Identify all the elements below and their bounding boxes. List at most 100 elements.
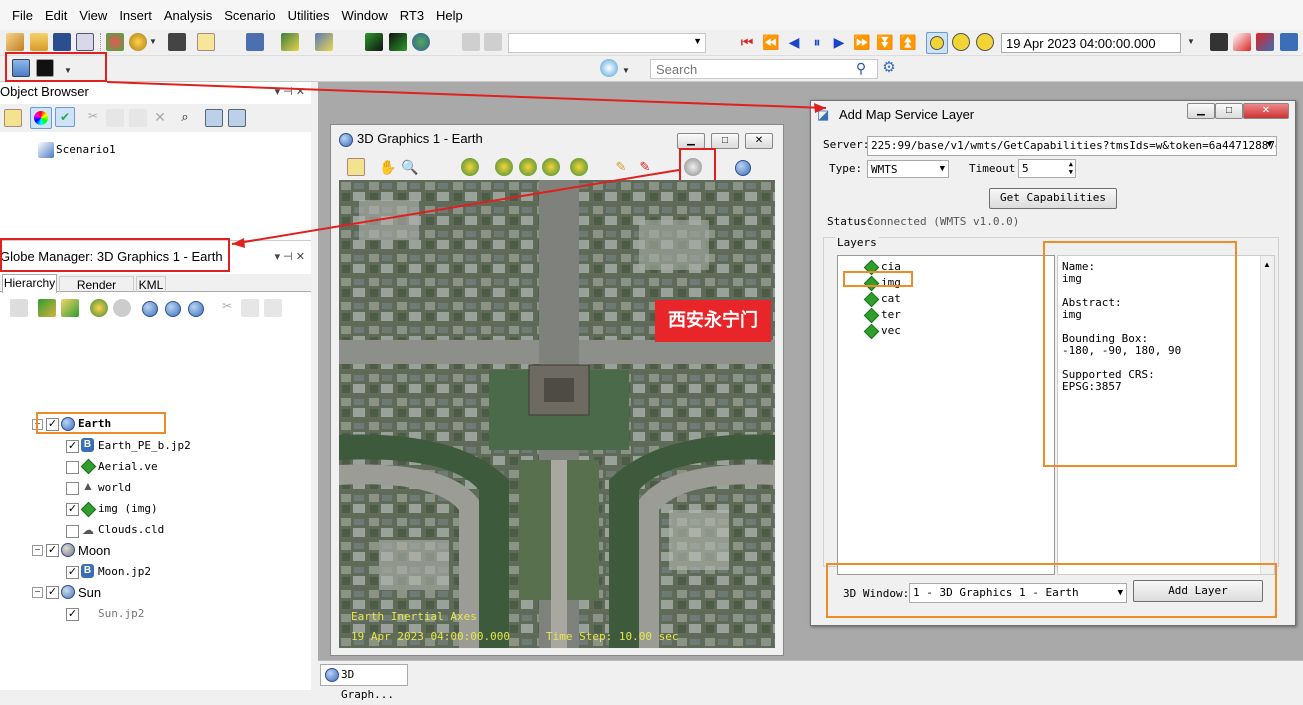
earth-imagery-view[interactable]: 西安永宁门 Earth Inertial Axes 19 Apr 2023 04… bbox=[339, 180, 775, 648]
layer-item-cat[interactable]: cat bbox=[881, 292, 901, 305]
earth-child-checkbox-3[interactable]: ✓ bbox=[66, 503, 79, 516]
reset-icon[interactable]: ⏮ bbox=[738, 33, 756, 51]
tree-node-img[interactable]: img (img) bbox=[98, 502, 158, 515]
scroll-up-icon[interactable]: ▲ bbox=[1263, 260, 1271, 269]
type-select[interactable]: WMTS ▼ bbox=[867, 160, 949, 178]
chain-icon[interactable] bbox=[389, 33, 407, 51]
play-reverse-icon[interactable]: ◀ bbox=[785, 33, 803, 51]
open-folder-icon[interactable] bbox=[30, 33, 48, 51]
view-from-to-icon[interactable] bbox=[461, 158, 479, 176]
globe-save-icon[interactable] bbox=[165, 301, 181, 317]
insert-default-icon[interactable] bbox=[129, 33, 147, 51]
realtime-clock-icon[interactable] bbox=[926, 32, 948, 54]
save-icon[interactable] bbox=[53, 33, 71, 51]
moon-checkbox[interactable]: ✓ bbox=[46, 544, 59, 557]
globe-remove-icon[interactable] bbox=[188, 301, 204, 317]
color-filter-icon[interactable] bbox=[30, 107, 52, 129]
tree-node-aerial[interactable]: Aerial.ve bbox=[98, 460, 158, 473]
tab-render-order[interactable]: Render Order bbox=[59, 276, 134, 308]
layer-item-ter[interactable]: ter bbox=[881, 308, 901, 321]
step-forward-icon[interactable]: ⏩ bbox=[853, 33, 871, 51]
tree-node-sun-jp2[interactable]: Sun.jp2 bbox=[98, 607, 144, 620]
binoculars-icon[interactable]: ⌕ bbox=[176, 109, 194, 127]
menu-utilities[interactable]: Utilities bbox=[288, 8, 330, 23]
deck-access-icon[interactable] bbox=[315, 33, 333, 51]
menu-analysis[interactable]: Analysis bbox=[164, 8, 212, 23]
tree-node-sun[interactable]: Sun bbox=[78, 585, 101, 600]
window-stack-icon[interactable] bbox=[205, 109, 223, 127]
report-icon[interactable] bbox=[197, 33, 215, 51]
menu-rt3[interactable]: RT3 bbox=[400, 8, 424, 23]
earth-child-checkbox-0[interactable]: ✓ bbox=[66, 440, 79, 453]
stored-view-icon[interactable] bbox=[570, 158, 588, 176]
get-capabilities-button[interactable]: Get Capabilities bbox=[989, 188, 1117, 209]
chevron-down-icon[interactable]: ▼ bbox=[622, 62, 630, 80]
chevron-down-icon[interactable]: ▼ bbox=[693, 36, 702, 46]
zoom-icon[interactable]: 🔍 bbox=[401, 158, 419, 176]
save-all-icon[interactable] bbox=[76, 33, 94, 51]
globe-icon[interactable] bbox=[142, 301, 158, 317]
sun-child-checkbox[interactable]: ✓ bbox=[66, 608, 79, 621]
panel-controls[interactable]: ▾ ⊣ ✕ bbox=[275, 85, 305, 98]
export-icon[interactable] bbox=[1256, 33, 1274, 51]
menu-insert[interactable]: Insert bbox=[119, 8, 152, 23]
link-icon[interactable] bbox=[365, 33, 383, 51]
earth-child-checkbox-1[interactable] bbox=[66, 461, 79, 474]
layers-list[interactable]: cia img cat ter vec bbox=[837, 255, 1055, 575]
maximize-button[interactable]: □ bbox=[711, 133, 739, 149]
scenario-node[interactable]: Scenario1 bbox=[56, 143, 116, 156]
view-north-icon[interactable] bbox=[519, 158, 537, 176]
view-top-icon[interactable] bbox=[542, 158, 560, 176]
pan-hand-icon[interactable]: ✋ bbox=[379, 158, 397, 176]
chevron-down-icon[interactable]: ▼ bbox=[1187, 33, 1195, 51]
spinner-arrows-icon[interactable]: ▲ ▼ bbox=[1069, 160, 1073, 176]
web-globe-icon[interactable] bbox=[600, 59, 618, 77]
window-stack2-icon[interactable] bbox=[228, 109, 246, 127]
home-view-icon[interactable] bbox=[495, 158, 513, 176]
menu-view[interactable]: View bbox=[79, 8, 107, 23]
sun-checkbox[interactable]: ✓ bbox=[46, 586, 59, 599]
add-terrain-icon[interactable] bbox=[38, 299, 56, 317]
chevron-down-icon[interactable]: ▼ bbox=[149, 33, 157, 51]
decrease-step-icon[interactable]: ⏬ bbox=[876, 33, 894, 51]
menu-scenario[interactable]: Scenario bbox=[224, 8, 275, 23]
xreal-clock-icon[interactable] bbox=[952, 33, 970, 51]
taskbar-3d-graphics[interactable]: 3D Graph... bbox=[320, 664, 408, 701]
earth-child-checkbox-2[interactable] bbox=[66, 482, 79, 495]
panel-controls[interactable]: ▾ ⊣ ✕ bbox=[275, 250, 305, 263]
refresh-icon[interactable] bbox=[412, 33, 430, 51]
timeout-spinner[interactable]: 5 ▲ ▼ bbox=[1018, 159, 1076, 178]
close-button[interactable]: ✕ bbox=[745, 133, 773, 149]
tree-node-moon[interactable]: Moon bbox=[78, 543, 111, 558]
minimize-button[interactable]: ▁ bbox=[677, 133, 705, 149]
pause-icon[interactable]: ⏸ bbox=[808, 33, 826, 51]
tree-node-earth-pe[interactable]: Earth_PE_b.jp2 bbox=[98, 439, 191, 452]
tree-node-moon-jp2[interactable]: Moon.jp2 bbox=[98, 565, 151, 578]
increase-step-icon[interactable]: ⏫ bbox=[899, 33, 917, 51]
minimize-button[interactable]: ▁ bbox=[1187, 103, 1215, 119]
step-back-icon[interactable]: ⏪ bbox=[762, 33, 780, 51]
tree-node-clouds[interactable]: Clouds.cld bbox=[98, 523, 164, 536]
screen-capture-icon[interactable] bbox=[1210, 33, 1228, 51]
new-scenario-icon[interactable] bbox=[6, 33, 24, 51]
globe-icon[interactable] bbox=[735, 160, 751, 176]
server-url-input[interactable]: 225:99/base/v1/wmts/GetCapabilities?tmsI… bbox=[867, 136, 1277, 156]
access-icon[interactable] bbox=[281, 33, 299, 51]
maximize-button[interactable]: □ bbox=[1215, 103, 1243, 119]
add-imagery-icon[interactable] bbox=[61, 299, 79, 317]
tree-node-world[interactable]: world bbox=[98, 481, 131, 494]
animation-time-field[interactable]: 19 Apr 2023 04:00:00.000 bbox=[1001, 33, 1181, 53]
collapse-moon-toggle[interactable]: − bbox=[32, 545, 43, 556]
info-scrollbar[interactable]: ▲ bbox=[1260, 256, 1274, 574]
properties-icon[interactable] bbox=[246, 33, 264, 51]
menu-edit[interactable]: Edit bbox=[45, 8, 67, 23]
check-icon[interactable]: ✔ bbox=[55, 107, 75, 127]
tab-hierarchy[interactable]: Hierarchy bbox=[2, 274, 57, 293]
pencil-icon[interactable]: ✎ bbox=[612, 158, 630, 176]
chevron-down-icon[interactable]: ▼ bbox=[1265, 139, 1274, 149]
search-icon[interactable]: ⚲ bbox=[852, 59, 870, 77]
tab-kml[interactable]: KML bbox=[136, 276, 166, 292]
moon-child-checkbox[interactable]: ✓ bbox=[66, 566, 79, 579]
new-object-icon[interactable] bbox=[4, 109, 22, 127]
search-input[interactable]: Search bbox=[650, 59, 878, 79]
